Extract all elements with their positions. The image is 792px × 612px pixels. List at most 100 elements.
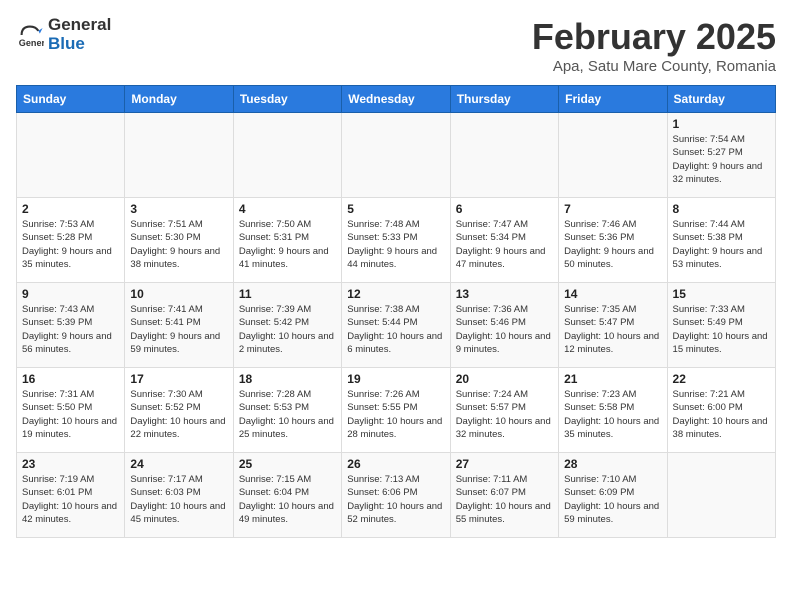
calendar-day-23: 23 Sunrise: 7:19 AM Sunset: 6:01 PM Dayli…	[17, 453, 125, 538]
calendar-day-24: 24 Sunrise: 7:17 AM Sunset: 6:03 PM Dayli…	[125, 453, 233, 538]
day-number: 3	[130, 202, 227, 216]
weekday-header-wednesday: Wednesday	[342, 86, 450, 113]
day-info: Sunrise: 7:48 AM Sunset: 5:33 PM Dayligh…	[347, 218, 444, 271]
day-info: Sunrise: 7:21 AM Sunset: 6:00 PM Dayligh…	[673, 388, 770, 441]
day-info: Sunrise: 7:54 AM Sunset: 5:27 PM Dayligh…	[673, 133, 770, 186]
calendar-day-8: 8 Sunrise: 7:44 AM Sunset: 5:38 PM Daylig…	[667, 198, 775, 283]
day-info: Sunrise: 7:53 AM Sunset: 5:28 PM Dayligh…	[22, 218, 119, 271]
calendar-empty-day	[559, 113, 667, 198]
day-info: Sunrise: 7:10 AM Sunset: 6:09 PM Dayligh…	[564, 473, 661, 526]
calendar-day-18: 18Sunrise: 7:28 AM Sunset: 5:53 PM Dayli…	[233, 368, 341, 453]
day-number: 14	[564, 287, 661, 301]
day-info: Sunrise: 7:17 AM Sunset: 6:03 PM Dayligh…	[130, 473, 227, 526]
day-info: Sunrise: 7:35 AM Sunset: 5:47 PM Dayligh…	[564, 303, 661, 356]
calendar-day-19: 19Sunrise: 7:26 AM Sunset: 5:55 PM Dayli…	[342, 368, 450, 453]
month-title: February 2025	[532, 16, 776, 58]
day-info: Sunrise: 7:41 AM Sunset: 5:41 PM Dayligh…	[130, 303, 227, 356]
day-number: 5	[347, 202, 444, 216]
day-number: 18	[239, 372, 336, 386]
calendar-week-row: 23 Sunrise: 7:19 AM Sunset: 6:01 PM Dayli…	[17, 453, 776, 538]
calendar-day-28: 28 Sunrise: 7:10 AM Sunset: 6:09 PM Dayli…	[559, 453, 667, 538]
logo-blue-text: Blue	[48, 35, 111, 54]
calendar-day-5: 5 Sunrise: 7:48 AM Sunset: 5:33 PM Daylig…	[342, 198, 450, 283]
calendar-week-row: 9Sunrise: 7:43 AM Sunset: 5:39 PM Daylig…	[17, 283, 776, 368]
day-info: Sunrise: 7:36 AM Sunset: 5:46 PM Dayligh…	[456, 303, 553, 356]
logo-text: General Blue	[48, 16, 111, 53]
calendar-day-22: 22Sunrise: 7:21 AM Sunset: 6:00 PM Dayli…	[667, 368, 775, 453]
calendar-empty-day	[342, 113, 450, 198]
day-number: 20	[456, 372, 553, 386]
weekday-header-monday: Monday	[125, 86, 233, 113]
day-info: Sunrise: 7:23 AM Sunset: 5:58 PM Dayligh…	[564, 388, 661, 441]
location-title: Apa, Satu Mare County, Romania	[532, 58, 776, 75]
day-info: Sunrise: 7:11 AM Sunset: 6:07 PM Dayligh…	[456, 473, 553, 526]
day-number: 8	[673, 202, 770, 216]
weekday-header-thursday: Thursday	[450, 86, 558, 113]
day-info: Sunrise: 7:33 AM Sunset: 5:49 PM Dayligh…	[673, 303, 770, 356]
day-info: Sunrise: 7:47 AM Sunset: 5:34 PM Dayligh…	[456, 218, 553, 271]
calendar-day-17: 17Sunrise: 7:30 AM Sunset: 5:52 PM Dayli…	[125, 368, 233, 453]
day-number: 16	[22, 372, 119, 386]
day-number: 2	[22, 202, 119, 216]
day-number: 26	[347, 457, 444, 471]
day-info: Sunrise: 7:38 AM Sunset: 5:44 PM Dayligh…	[347, 303, 444, 356]
calendar-day-15: 15 Sunrise: 7:33 AM Sunset: 5:49 PM Dayli…	[667, 283, 775, 368]
day-number: 11	[239, 287, 336, 301]
calendar-day-16: 16 Sunrise: 7:31 AM Sunset: 5:50 PM Dayli…	[17, 368, 125, 453]
day-number: 28	[564, 457, 661, 471]
calendar-empty-day	[233, 113, 341, 198]
day-info: Sunrise: 7:31 AM Sunset: 5:50 PM Dayligh…	[22, 388, 119, 441]
day-info: Sunrise: 7:15 AM Sunset: 6:04 PM Dayligh…	[239, 473, 336, 526]
weekday-header-tuesday: Tuesday	[233, 86, 341, 113]
calendar-day-26: 26 Sunrise: 7:13 AM Sunset: 6:06 PM Dayli…	[342, 453, 450, 538]
calendar-day-20: 20Sunrise: 7:24 AM Sunset: 5:57 PM Dayli…	[450, 368, 558, 453]
calendar-empty-day	[17, 113, 125, 198]
day-number: 12	[347, 287, 444, 301]
calendar-week-row: 16 Sunrise: 7:31 AM Sunset: 5:50 PM Dayli…	[17, 368, 776, 453]
day-number: 7	[564, 202, 661, 216]
day-info: Sunrise: 7:13 AM Sunset: 6:06 PM Dayligh…	[347, 473, 444, 526]
day-info: Sunrise: 7:46 AM Sunset: 5:36 PM Dayligh…	[564, 218, 661, 271]
day-number: 10	[130, 287, 227, 301]
calendar-day-7: 7 Sunrise: 7:46 AM Sunset: 5:36 PM Daylig…	[559, 198, 667, 283]
day-info: Sunrise: 7:44 AM Sunset: 5:38 PM Dayligh…	[673, 218, 770, 271]
calendar-empty-day	[667, 453, 775, 538]
day-number: 1	[673, 117, 770, 131]
day-number: 21	[564, 372, 661, 386]
calendar-day-10: 10 Sunrise: 7:41 AM Sunset: 5:41 PM Dayli…	[125, 283, 233, 368]
calendar-day-21: 21 Sunrise: 7:23 AM Sunset: 5:58 PM Dayli…	[559, 368, 667, 453]
calendar-day-3: 3 Sunrise: 7:51 AM Sunset: 5:30 PM Daylig…	[125, 198, 233, 283]
logo-icon: General	[16, 21, 44, 49]
day-number: 6	[456, 202, 553, 216]
calendar-day-1: 1 Sunrise: 7:54 AM Sunset: 5:27 PM Daylig…	[667, 113, 775, 198]
day-number: 17	[130, 372, 227, 386]
day-number: 13	[456, 287, 553, 301]
logo-general-text: General	[48, 16, 111, 35]
calendar-header-row: SundayMondayTuesdayWednesdayThursdayFrid…	[17, 86, 776, 113]
day-number: 24	[130, 457, 227, 471]
day-number: 27	[456, 457, 553, 471]
day-number: 23	[22, 457, 119, 471]
calendar-empty-day	[450, 113, 558, 198]
day-info: Sunrise: 7:39 AM Sunset: 5:42 PM Dayligh…	[239, 303, 336, 356]
calendar-day-14: 14 Sunrise: 7:35 AM Sunset: 5:47 PM Dayli…	[559, 283, 667, 368]
day-info: Sunrise: 7:19 AM Sunset: 6:01 PM Dayligh…	[22, 473, 119, 526]
svg-text:General: General	[19, 38, 44, 48]
calendar-table: SundayMondayTuesdayWednesdayThursdayFrid…	[16, 85, 776, 538]
calendar-week-row: 1 Sunrise: 7:54 AM Sunset: 5:27 PM Daylig…	[17, 113, 776, 198]
calendar-empty-day	[125, 113, 233, 198]
calendar-day-11: 11 Sunrise: 7:39 AM Sunset: 5:42 PM Dayli…	[233, 283, 341, 368]
calendar-day-25: 25 Sunrise: 7:15 AM Sunset: 6:04 PM Dayli…	[233, 453, 341, 538]
day-number: 15	[673, 287, 770, 301]
calendar-day-13: 13 Sunrise: 7:36 AM Sunset: 5:46 PM Dayli…	[450, 283, 558, 368]
weekday-header-saturday: Saturday	[667, 86, 775, 113]
day-info: Sunrise: 7:51 AM Sunset: 5:30 PM Dayligh…	[130, 218, 227, 271]
calendar-day-9: 9Sunrise: 7:43 AM Sunset: 5:39 PM Daylig…	[17, 283, 125, 368]
calendar-day-4: 4Sunrise: 7:50 AM Sunset: 5:31 PM Daylig…	[233, 198, 341, 283]
day-number: 25	[239, 457, 336, 471]
title-block: February 2025 Apa, Satu Mare County, Rom…	[532, 16, 776, 75]
page-header: General General Blue February 2025 Apa, …	[16, 16, 776, 75]
calendar-day-2: 2 Sunrise: 7:53 AM Sunset: 5:28 PM Daylig…	[17, 198, 125, 283]
day-number: 4	[239, 202, 336, 216]
weekday-header-friday: Friday	[559, 86, 667, 113]
